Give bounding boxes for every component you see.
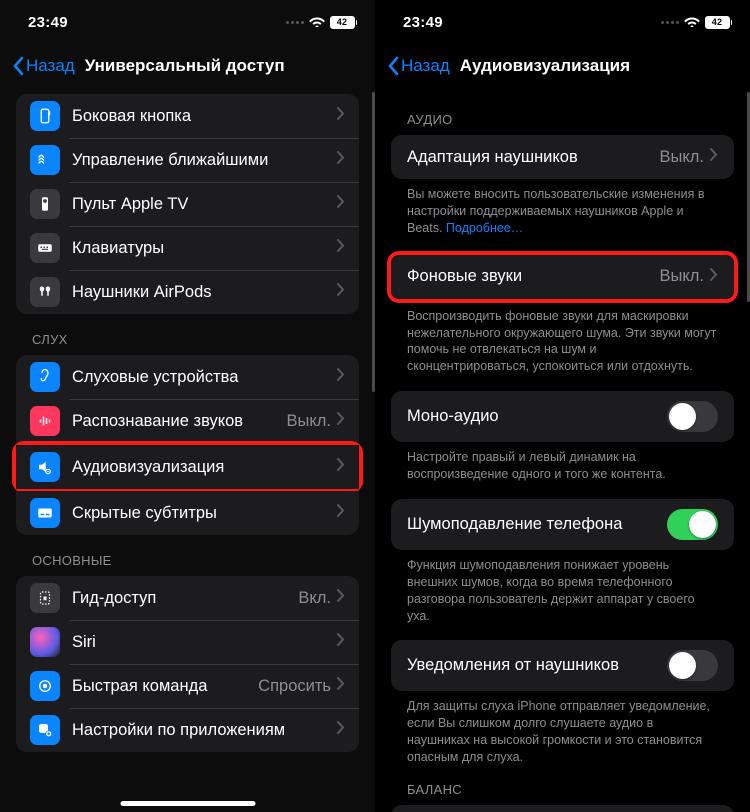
sound-rec-icon [30,406,60,436]
airpods-icon [30,277,60,307]
battery-icon: 42 [330,16,358,29]
signal-dots [286,21,304,24]
nav-bar: Назад Универсальный доступ [0,44,375,88]
keyboard-icon [30,233,60,263]
status-bar: 23:49 42 [0,0,375,44]
battery-icon: 42 [705,16,733,29]
ear-icon [30,362,60,392]
row-noise-cancel[interactable]: Шумоподавление телефона [391,499,734,550]
group-mono: Моно-аудио [391,391,734,442]
note-mono: Настройте правый и левый динамик на восп… [375,442,750,487]
row-captions[interactable]: Скрытые субтитры [16,491,359,535]
toggle-notify[interactable] [667,650,718,681]
row-shortcut[interactable]: Быстрая команда Спросить [16,664,359,708]
highlight-audiovisual: Аудиовизуализация [12,441,363,493]
chevron-icon [337,195,345,213]
group-hearing-b: Скрытые субтитры [16,491,359,535]
chevron-icon [337,151,345,169]
note-background: Воспроизводить фоновые звуки для маскиро… [375,301,750,380]
chevron-icon [337,368,345,386]
group-general: Гид-доступ Вкл. Siri Быстрая команда Спр… [16,576,359,752]
chevron-icon [337,239,345,257]
chevron-icon [337,589,345,607]
back-button[interactable]: Назад [12,56,75,76]
back-button[interactable]: Назад [387,56,450,76]
group-hearing: Слуховые устройства Распознавание звуков… [16,355,359,443]
chevron-icon [337,412,345,430]
row-headphone-adapt[interactable]: Адаптация наушников Выкл. [391,135,734,179]
page-title: Аудиовизуализация [460,56,630,76]
chevron-icon [710,148,718,166]
signal-dots [661,21,679,24]
group-interaction: Боковая кнопка Управление ближайшими Пул… [16,94,359,314]
row-audiovisual[interactable]: Аудиовизуализация [16,445,359,489]
shortcut-icon [30,671,60,701]
row-side-button[interactable]: Боковая кнопка [16,94,359,138]
row-appletv[interactable]: Пульт Apple TV [16,182,359,226]
chevron-icon [337,283,345,301]
row-guided-access[interactable]: Гид-доступ Вкл. [16,576,359,620]
row-balance[interactable]: Л 0,00 П [391,805,734,812]
wifi-icon [684,14,700,31]
chevron-icon [337,677,345,695]
nearby-icon [30,145,60,175]
guided-icon [30,583,60,613]
chevron-icon [710,268,718,286]
chevron-icon [337,107,345,125]
note-noise: Функция шумоподавления понижает уровень … [375,550,750,629]
chevron-icon [337,721,345,739]
status-bar: 23:49 42 [375,0,750,44]
left-screenshot: 23:49 42 Назад Универсальный доступ Боко… [0,0,375,812]
perapp-icon [30,715,60,745]
row-mono-audio[interactable]: Моно-аудио [391,391,734,442]
row-keyboards[interactable]: Клавиатуры [16,226,359,270]
home-indicator[interactable] [120,801,255,806]
section-balance: БАЛАНС [375,770,750,805]
row-airpods[interactable]: Наушники AirPods [16,270,359,314]
siri-icon [30,627,60,657]
group-adapt: Адаптация наушников Выкл. [391,135,734,179]
audiovis-icon [30,452,60,482]
caption-icon [30,498,60,528]
nav-bar: Назад Аудиовизуализация [375,44,750,88]
wifi-icon [309,14,325,31]
row-perapp[interactable]: Настройки по приложениям [16,708,359,752]
chevron-icon [337,458,345,476]
row-nearby[interactable]: Управление ближайшими [16,138,359,182]
group-notify: Уведомления от наушников [391,640,734,691]
remote-icon [30,189,60,219]
learn-more-link[interactable]: Подробнее… [446,221,523,235]
section-general: ОСНОВНЫЕ [0,535,375,576]
highlight-background-sounds: Фоновые звуки Выкл. [387,251,738,303]
clock: 23:49 [403,14,443,31]
clock: 23:49 [28,14,68,31]
row-sound-recognition[interactable]: Распознавание звуков Выкл. [16,399,359,443]
toggle-noise[interactable] [667,509,718,540]
toggle-mono[interactable] [667,401,718,432]
group-noise: Шумоподавление телефона [391,499,734,550]
section-hearing: СЛУХ [0,314,375,355]
row-siri[interactable]: Siri [16,620,359,664]
group-balance: Л 0,00 П [391,805,734,812]
settings-list: Боковая кнопка Управление ближайшими Пул… [0,88,375,812]
row-headphone-notify[interactable]: Уведомления от наушников [391,640,734,691]
chevron-icon [337,633,345,651]
row-hearing-devices[interactable]: Слуховые устройства [16,355,359,399]
note-notify: Для защиты слуха iPhone отправляет уведо… [375,691,750,770]
note-adapt: Вы можете вносить пользовательские измен… [375,179,750,241]
chevron-icon [337,504,345,522]
settings-list: АУДИО Адаптация наушников Выкл. Вы может… [375,88,750,812]
page-title: Универсальный доступ [85,56,285,76]
side-button-icon [30,101,60,131]
row-background-sounds[interactable]: Фоновые звуки Выкл. [391,255,734,299]
section-audio: АУДИО [375,94,750,135]
right-screenshot: 23:49 42 Назад Аудиовизуализация АУДИО А… [375,0,750,812]
